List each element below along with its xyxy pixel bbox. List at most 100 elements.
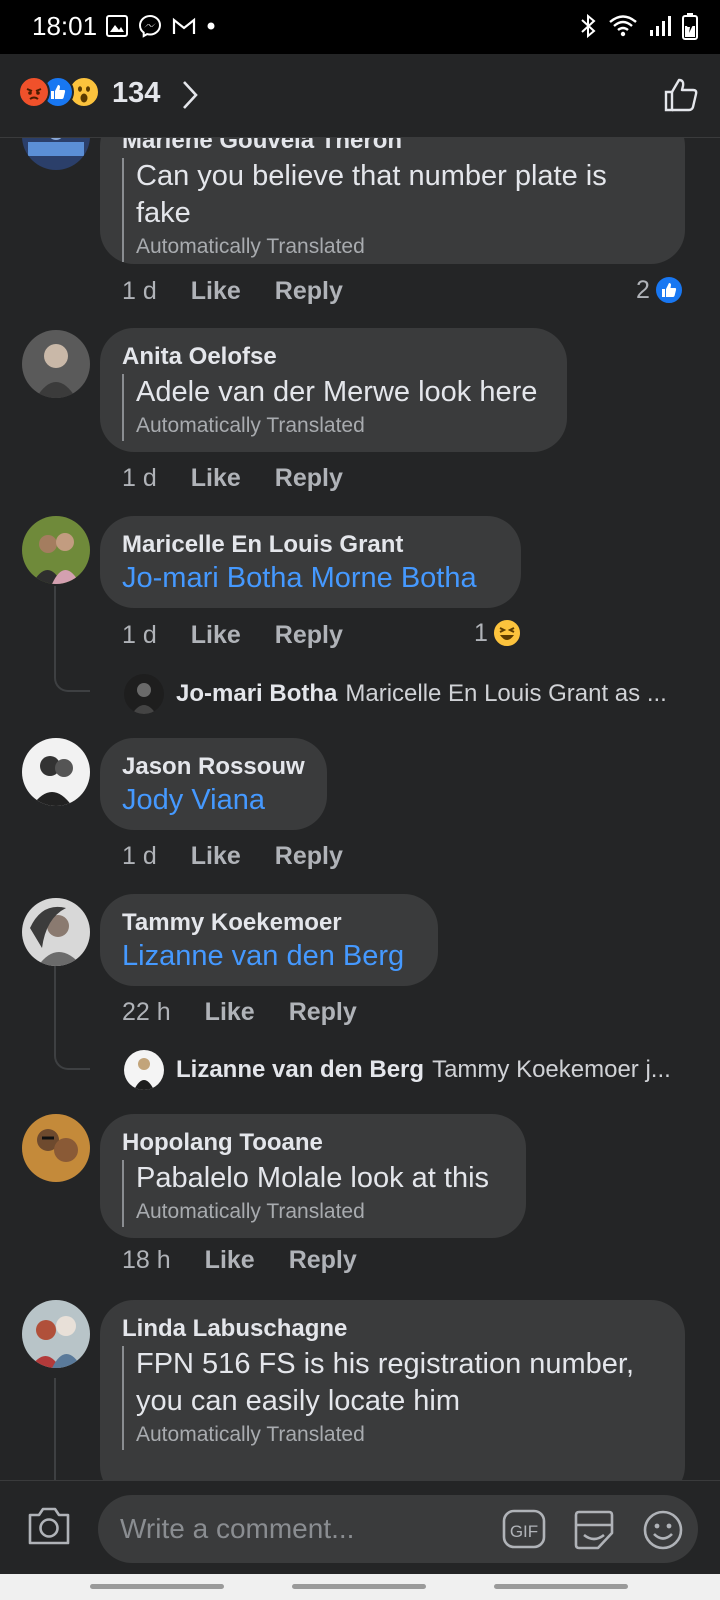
reply-text: Maricelle En Louis Grant as ... [345,680,667,707]
avatar[interactable] [22,138,90,170]
avatar[interactable] [22,898,90,966]
reply-preview[interactable]: Jo-mari Botha Maricelle En Louis Grant as… [176,680,667,708]
comment-author[interactable]: Tammy Koekemoer [122,908,416,938]
angry-icon [18,76,50,108]
reaction-count-value: 2 [636,275,650,304]
gif-icon[interactable]: GIF [502,1509,546,1549]
comment-input[interactable] [120,1509,480,1549]
comment-bubble[interactable]: Hopolang Tooane Pabalelo Molale look at … [100,1114,526,1238]
thread-line [54,966,90,1070]
comment-time: 1 d [122,621,157,649]
reaction-summary-bar[interactable]: 134 [0,54,720,138]
system-nav-bar [0,1574,720,1600]
comment-mention[interactable]: Lizanne van den Berg [122,938,416,975]
comment-input-box[interactable]: GIF [98,1495,698,1563]
comment-bubble[interactable]: Linda Labuschagne FPN 516 FS is his regi… [100,1300,685,1480]
avatar[interactable] [124,1050,164,1090]
comment-author[interactable]: Linda Labuschagne [122,1314,663,1344]
comment-time: 1 d [122,277,157,305]
reply-preview[interactable]: Lizanne van den Berg Tammy Koekemoer j... [176,1056,671,1084]
camera-icon[interactable] [26,1505,72,1547]
comment-bubble[interactable]: Jason Rossouw Jody Viana [100,738,327,830]
reply-action[interactable]: Reply [275,621,343,650]
nav-home-handle[interactable] [292,1584,426,1589]
translation-label[interactable]: Automatically Translated [136,232,663,262]
gmail-icon [172,17,196,34]
status-notification-icons [106,14,216,38]
avatar[interactable] [124,674,164,714]
nav-back-handle[interactable] [90,1584,224,1589]
reply-action[interactable]: Reply [275,277,343,306]
status-bar: 18:01 [0,0,720,54]
avatar[interactable] [22,738,90,806]
like-action[interactable]: Like [191,621,241,650]
avatar[interactable] [22,516,90,584]
like-action[interactable]: Like [191,277,241,306]
like-action[interactable]: Like [191,842,241,871]
wifi-icon [609,15,637,37]
like-icon [653,275,684,305]
comment-actions: 1 d Like Reply [122,842,377,871]
chevron-right-icon[interactable] [180,79,200,111]
comment-author[interactable]: Hopolang Tooane [122,1128,504,1158]
comment-bubble[interactable]: Maricelle En Louis Grant Jo-mari Botha M… [100,516,521,608]
avatar[interactable] [22,1300,90,1368]
reaction-count-value: 1 [474,618,488,647]
reply-author: Lizanne van den Berg [176,1056,425,1083]
comment-author[interactable]: Marlene Gouveia Theron [122,138,663,156]
comment-author[interactable]: Maricelle En Louis Grant [122,530,499,560]
thread-line [54,1378,56,1480]
comment-bubble[interactable]: Anita Oelofse Adele van der Merwe look h… [100,328,567,452]
comment-time: 1 d [122,842,157,870]
comment-author[interactable]: Jason Rossouw [122,752,305,782]
haha-icon [491,618,522,648]
status-system-icons [578,12,698,40]
comment-mention[interactable]: Jody Viana [122,782,305,819]
translated-block: Can you believe that number plate is fak… [122,158,663,262]
thread-line [54,586,90,692]
gallery-icon [106,15,128,37]
avatar[interactable] [22,330,90,398]
comment-actions: 18 h Like Reply [122,1246,391,1275]
comment-reaction-count[interactable]: 1 [474,618,522,648]
reply-action[interactable]: Reply [289,1246,357,1275]
emoji-icon[interactable] [642,1509,684,1551]
translated-block: Adele van der Merwe look here Automatica… [122,374,545,441]
comment-bubble[interactable]: Marlene Gouveia Theron Can you believe t… [100,138,685,264]
signal-icon [650,16,671,36]
comment-time: 18 h [122,1246,171,1274]
comment-composer: GIF [0,1480,720,1574]
comment-reaction-count[interactable]: 2 [636,275,684,305]
comment-list[interactable]: Marlene Gouveia Theron Can you believe t… [0,138,720,1480]
comment-author[interactable]: Anita Oelofse [122,342,545,372]
like-action[interactable]: Like [205,998,255,1027]
comment-actions: 1 d Like Reply [122,277,377,306]
translated-block: FPN 516 FS is his registration number, y… [122,1346,663,1450]
like-action[interactable]: Like [205,1246,255,1275]
like-action[interactable]: Like [191,464,241,493]
avatar[interactable] [22,1114,90,1182]
reply-author: Jo-mari Botha [176,680,338,707]
reaction-count: 134 [112,77,161,109]
comment-text: Can you believe that number plate is fak… [136,160,607,229]
comment-actions: 1 d Like Reply [122,621,377,650]
reply-action[interactable]: Reply [275,842,343,871]
nav-recents-handle[interactable] [494,1584,628,1589]
bluetooth-icon [581,13,596,39]
comment-mention[interactable]: Jo-mari Botha Morne Botha [122,560,499,597]
comment-bubble[interactable]: Tammy Koekemoer Lizanne van den Berg [100,894,438,986]
comment-actions: 22 h Like Reply [122,998,391,1027]
reply-action[interactable]: Reply [275,464,343,493]
sticker-icon[interactable] [572,1509,616,1551]
reaction-icons [18,76,108,112]
translation-label[interactable]: Automatically Translated [136,1420,663,1450]
comment-text: Pabalelo Molale look at this [136,1162,490,1194]
like-button[interactable] [662,76,700,114]
gif-label: GIF [510,1522,538,1541]
reply-text: Tammy Koekemoer j... [432,1056,671,1083]
status-time: 18:01 [32,11,98,41]
translation-label[interactable]: Automatically Translated [136,1197,504,1227]
translated-block: Pabalelo Molale look at this Automatical… [122,1160,504,1227]
translation-label[interactable]: Automatically Translated [136,411,545,441]
reply-action[interactable]: Reply [289,998,357,1027]
